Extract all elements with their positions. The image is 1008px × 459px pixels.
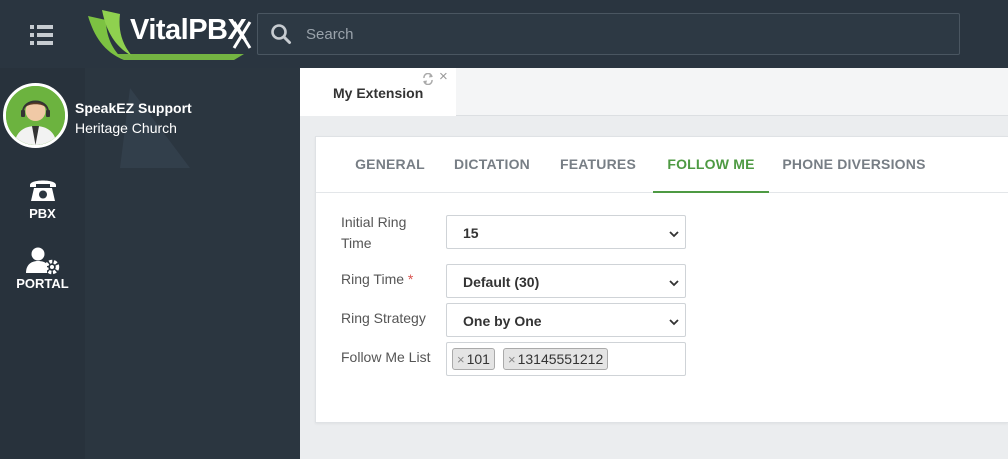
search-icon[interactable]: [270, 23, 292, 45]
close-icon[interactable]: ×: [439, 69, 448, 85]
extension-form-card: GENERAL DICTATION FEATURES FOLLOW ME PHO…: [315, 136, 1008, 423]
sidebar: SpeakEZ Support Heritage Church PBX PORT…: [0, 68, 300, 459]
user-card[interactable]: SpeakEZ Support Heritage Church: [0, 76, 300, 166]
reload-icon[interactable]: [422, 72, 434, 86]
sidebar-item-label: PBX: [29, 206, 56, 221]
tab-features[interactable]: FEATURES: [553, 137, 643, 193]
chevron-down-icon: [668, 227, 680, 239]
tag-value: 101: [466, 351, 490, 367]
search-box: [257, 13, 960, 55]
follow-me-tag: × 13145551212: [503, 348, 609, 370]
search-input[interactable]: [306, 14, 946, 54]
page-tabs-strip: My Extension ×: [300, 68, 1008, 116]
tab-phone-diversions[interactable]: PHONE DIVERSIONS: [779, 137, 929, 193]
ring-time-label-text: Ring Time: [341, 271, 405, 287]
remove-tag-icon[interactable]: ×: [508, 352, 516, 367]
logo-pbx: PBX: [188, 14, 247, 46]
sidebar-item-portal[interactable]: PORTAL: [0, 246, 85, 291]
sidebar-item-pbx[interactable]: PBX: [0, 176, 85, 221]
tag-value: 13145551212: [517, 351, 604, 367]
initial-ring-time-value: 15: [463, 225, 479, 241]
ring-strategy-select[interactable]: One by One: [446, 303, 686, 337]
follow-me-list-label: Follow Me List: [341, 349, 431, 365]
follow-me-tag: × 101: [452, 348, 495, 370]
tab-my-extension[interactable]: My Extension ×: [300, 68, 456, 116]
ring-time-select[interactable]: Default (30): [446, 264, 686, 298]
avatar: [3, 83, 68, 148]
ring-time-value: Default (30): [463, 274, 540, 290]
ring-strategy-value: One by One: [463, 313, 542, 329]
user-gear-icon: [0, 246, 85, 276]
ring-strategy-label: Ring Strategy: [341, 310, 426, 326]
tab-follow-me[interactable]: FOLLOW ME: [653, 137, 769, 193]
user-name: SpeakEZ Support: [75, 100, 192, 116]
sidebar-item-label: PORTAL: [16, 276, 69, 291]
initial-ring-time-select[interactable]: 15: [446, 215, 686, 249]
follow-me-list-input[interactable]: × 101 × 13145551212: [446, 342, 686, 376]
chevron-down-icon: [668, 276, 680, 288]
phone-icon: [0, 176, 85, 206]
ring-time-label: Ring Time *: [341, 269, 413, 290]
menu-toggle-icon[interactable]: [26, 22, 58, 48]
logo-wordmark: VitalPBX: [130, 14, 247, 47]
tab-label: My Extension: [333, 85, 424, 101]
chevron-down-icon: [668, 315, 680, 327]
remove-tag-icon[interactable]: ×: [457, 352, 465, 367]
top-bar: VitalPBX: [0, 0, 1008, 68]
tab-general[interactable]: GENERAL: [340, 137, 440, 193]
initial-ring-time-label: Initial Ring Time: [341, 214, 407, 251]
logo-vital: Vital: [130, 14, 189, 46]
tab-dictation[interactable]: DICTATION: [448, 137, 536, 193]
required-marker: *: [407, 271, 414, 287]
user-organization: Heritage Church: [75, 120, 177, 136]
form-tabs: GENERAL DICTATION FEATURES FOLLOW ME PHO…: [316, 137, 1008, 193]
